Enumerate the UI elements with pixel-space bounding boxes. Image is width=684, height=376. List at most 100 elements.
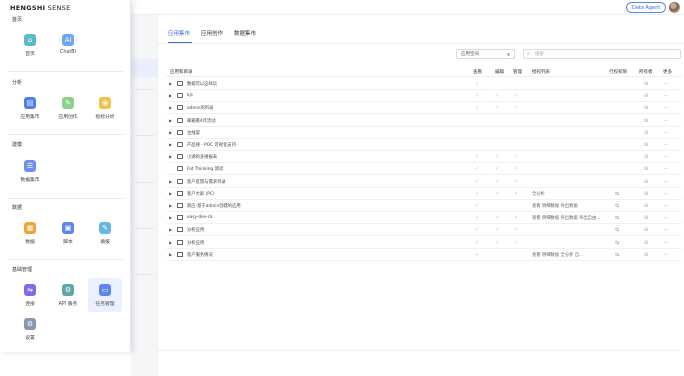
expand-arrow-icon[interactable]: ▶ <box>169 227 172 232</box>
row-name[interactable]: Fat Thinking 测试 <box>187 166 223 172</box>
row-name[interactable]: 邮箱看4月活动 <box>187 118 216 124</box>
table-row[interactable]: ▶ 分析应用 ✓ ✓ ✓ ⇆ ⊙ ··· <box>166 224 682 237</box>
row-name[interactable]: kjs <box>187 93 193 98</box>
table-row[interactable]: ▶ kjs ✓ ✓ ✓ ⊙ ··· <box>166 90 682 103</box>
nav-item[interactable]: ▦ 数据 <box>13 216 47 250</box>
nav-item[interactable]: ☰ 数据集市 <box>13 154 47 188</box>
table-row[interactable]: Fat Thinking 测试 ✓ ✓ ✓ ⊙ ··· <box>166 163 682 176</box>
icon-glyph: ⚙ <box>64 286 72 294</box>
secondary-sidebar-selected-item[interactable] <box>131 59 158 77</box>
nav-item[interactable]: ⇋ 连接 <box>13 278 47 312</box>
row-name[interactable]: 客户反馈与需求目录 <box>187 179 226 185</box>
more-button[interactable]: ··· <box>664 203 669 209</box>
table-row[interactable]: ▶ 分析应用 ✓ ✓ ✓ ⇆ ⊙ ··· <box>166 237 682 249</box>
more-button[interactable]: ··· <box>664 154 669 160</box>
row-name[interactable]: 产品线 - POC 可视化支持 <box>187 142 236 148</box>
table-row[interactable]: ▶ 新应-基于admin创建的应用 ✓ 查看 明细数据 导出数据 ⇆ ⊙ ··· <box>166 200 682 212</box>
navigation-panel: HENGSHI SENSE 首页 ⌂ 首页 AI ChatBI 分析 ▤ 应用集市 ✎ 应用创作 ◉… <box>0 0 131 352</box>
expand-arrow-icon[interactable]: ▶ <box>169 179 172 184</box>
row-permission-icon[interactable]: ⇆ <box>615 240 619 246</box>
row-permission-icon[interactable]: ⇆ <box>615 203 619 209</box>
table-row[interactable]: ▶ 邮箱看4月活动 ⊙ ··· <box>166 115 682 127</box>
expand-arrow-icon[interactable]: ▶ <box>169 240 172 245</box>
table-row[interactable]: ▶ 客户反馈与需求目录 ✓ ✓ ✓ ⊙ ··· <box>166 176 682 188</box>
row-name[interactable]: easy-dev-ck <box>187 215 213 220</box>
expand-arrow-icon[interactable]: ▶ <box>169 142 172 147</box>
folder-icon <box>177 93 183 99</box>
row-name[interactable]: 分析应用 <box>187 240 204 246</box>
row-permission-icon[interactable]: ⇆ <box>615 215 619 221</box>
expand-arrow-icon[interactable]: ▶ <box>169 252 172 257</box>
expand-arrow-icon[interactable]: ▶ <box>169 93 172 98</box>
table-row[interactable]: ▶ 客户大屏 (PC) ✓ ✓ ✓ 全分析 ⇆ ⊙ ··· <box>166 188 682 200</box>
data-agent-button[interactable]: Data Agent <box>626 2 667 13</box>
section-title: 建模 <box>12 142 23 148</box>
expand-arrow-icon[interactable]: ▶ <box>169 154 172 159</box>
edit-check: ✓ <box>495 239 500 246</box>
nav-item[interactable]: ◉ 指标分析 <box>88 91 122 125</box>
more-button[interactable]: ··· <box>664 142 669 148</box>
avatar[interactable] <box>669 2 680 13</box>
folder-icon <box>177 178 183 184</box>
more-button[interactable]: ··· <box>664 130 669 136</box>
row-permission-icon[interactable]: ⇆ <box>615 191 619 197</box>
nav-item[interactable]: ⌂ 首页 <box>13 28 47 62</box>
nav-item[interactable]: ▣ 脚本 <box>51 216 85 250</box>
app-icon <box>177 215 183 221</box>
expand-arrow-icon[interactable]: ▶ <box>169 203 172 208</box>
expand-arrow-icon[interactable]: ▶ <box>169 191 172 196</box>
nav-item[interactable]: AI ChatBI <box>51 28 85 62</box>
table-row[interactable]: ▶ admin的目录 ✓ ✓ ✓ ⊙ ··· <box>166 102 682 115</box>
table-row[interactable]: ▶ 数据可以这样玩 ✓ ⊙ ··· <box>166 78 682 90</box>
nav-item[interactable]: ⚙ 设置 <box>13 312 47 346</box>
more-button[interactable]: ··· <box>664 215 669 221</box>
nav-item[interactable]: ✎ 填报 <box>88 216 122 250</box>
more-button[interactable]: ··· <box>664 179 669 185</box>
tab-app-create[interactable]: 应用创作 <box>201 29 223 37</box>
nav-item[interactable]: ✎ 应用创作 <box>51 91 85 125</box>
more-button[interactable]: ··· <box>664 252 669 258</box>
icon-glyph: ▣ <box>64 224 72 232</box>
row-name[interactable]: 客户服务情况 <box>187 252 213 258</box>
expand-arrow-icon[interactable]: ▶ <box>169 118 172 123</box>
tab-data-market[interactable]: 数据集市 <box>234 29 256 37</box>
row-name[interactable]: admin的目录 <box>187 105 213 111</box>
row-name[interactable]: 新应-基于admin创建的应用 <box>187 203 241 209</box>
table-row[interactable]: ▶ 客户服务情况 ✓ 查看 明细数据 全分析 自... ⇆ ⊙ ··· <box>166 249 682 261</box>
more-button[interactable]: ··· <box>664 227 669 233</box>
more-button[interactable]: ··· <box>664 93 669 99</box>
more-button[interactable]: ··· <box>664 166 669 172</box>
nav-item[interactable]: ⚙ API 服务 <box>51 278 85 312</box>
row-name[interactable]: 小湖的多维报表 <box>187 154 217 160</box>
table-row[interactable]: ▶ easy-dev-ck ✓ ✓ ✓ 查看 明细数据 导出数据 导出自由... ⇆ ⊙ ··· <box>166 212 682 225</box>
more-button[interactable]: ··· <box>664 81 669 87</box>
row-name[interactable]: 数据可以这样玩 <box>187 81 217 87</box>
fill-report-icon: ✎ <box>99 222 111 234</box>
nav-item[interactable]: ▭ 任务管理 <box>88 278 122 312</box>
expand-arrow-icon[interactable]: ▶ <box>169 130 172 135</box>
more-button[interactable]: ··· <box>664 118 669 124</box>
owner-icon: ⊙ <box>644 190 649 197</box>
expand-arrow-icon[interactable]: ▶ <box>169 81 172 86</box>
column-header-edit: 编辑 <box>495 70 504 75</box>
more-button[interactable]: ··· <box>664 105 669 111</box>
row-permission-icon[interactable]: ⇆ <box>615 227 619 233</box>
folder-icon <box>177 166 183 172</box>
row-name[interactable]: 客户大屏 (PC) <box>187 191 215 197</box>
search-input[interactable]: ⌕ 搜索 <box>523 49 681 59</box>
table-row[interactable]: ▶ 产品线 - POC 可视化支持 ⊙ ··· <box>166 139 682 151</box>
row-name[interactable]: 主线案 <box>187 130 200 136</box>
row-name[interactable]: 分析应用 <box>187 227 204 233</box>
expand-arrow-icon[interactable]: ▶ <box>169 215 172 220</box>
nav-item[interactable]: ▤ 应用集市 <box>13 91 47 125</box>
tab-app-market[interactable]: 应用集市 <box>168 29 190 37</box>
space-select[interactable]: 应用空间 ▼ <box>456 49 515 59</box>
expand-arrow-icon[interactable]: ▶ <box>169 105 172 110</box>
search-icon: ⌕ <box>527 51 530 57</box>
table-row[interactable]: ▶ 小湖的多维报表 ✓ ✓ ✓ ⊙ ··· <box>166 151 682 164</box>
table-row[interactable]: ▶ 主线案 ⊙ ··· <box>166 127 682 139</box>
more-button[interactable]: ··· <box>664 191 669 197</box>
row-permission-icon[interactable]: ⇆ <box>615 252 619 258</box>
manage-check: ✓ <box>514 105 519 112</box>
more-button[interactable]: ··· <box>664 240 669 246</box>
